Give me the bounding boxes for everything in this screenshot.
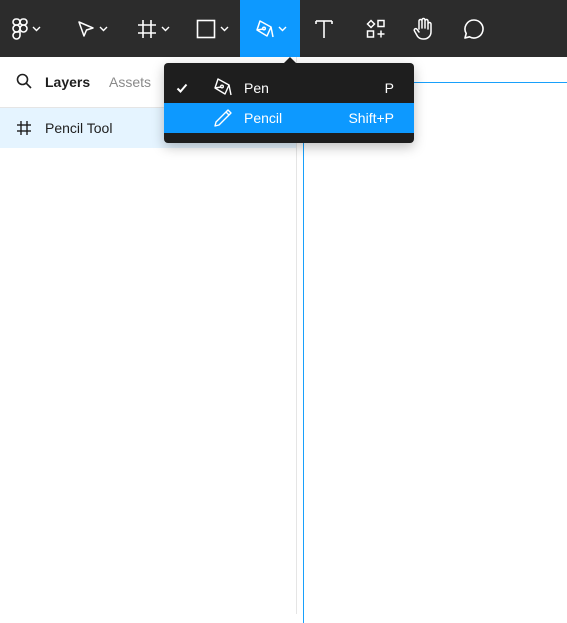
menu-item-shortcut: Shift+P <box>348 110 394 126</box>
menu-item-label: Pencil <box>244 110 283 126</box>
main-menu-button[interactable] <box>12 0 41 57</box>
frame-tool-button[interactable] <box>137 0 170 57</box>
chevron-down-icon[interactable] <box>32 26 41 32</box>
frame-hash-icon <box>137 19 157 39</box>
pencil-icon <box>212 107 234 132</box>
layer-name: Pencil Tool <box>45 120 113 136</box>
resources-button[interactable] <box>366 0 386 57</box>
menu-item-label: Pen <box>244 80 269 96</box>
chevron-down-icon[interactable] <box>220 26 229 32</box>
selected-frame[interactable] <box>303 82 567 623</box>
move-arrow-icon <box>77 20 95 38</box>
pen-nib-icon <box>254 19 274 39</box>
menu-item-pen[interactable]: Pen P <box>164 73 414 103</box>
chevron-down-icon[interactable] <box>161 26 170 32</box>
frame-hash-icon <box>16 120 32 141</box>
pen-tool-button[interactable] <box>240 0 300 57</box>
text-tool-button[interactable] <box>314 0 334 57</box>
pen-nib-icon <box>212 77 232 100</box>
shape-tool-button[interactable] <box>196 0 229 57</box>
text-tool-icon <box>314 19 334 39</box>
menu-item-shortcut: P <box>384 80 394 96</box>
tab-assets[interactable]: Assets <box>109 74 151 90</box>
chevron-down-icon[interactable] <box>99 26 108 32</box>
comment-icon <box>463 18 485 40</box>
menu-item-pencil[interactable]: Pencil Shift+P <box>164 103 414 133</box>
move-tool-button[interactable] <box>77 0 108 57</box>
toolbar <box>0 0 567 57</box>
chevron-down-icon[interactable] <box>278 26 287 32</box>
pen-tool-menu: Pen P Pencil Shift+P <box>164 63 414 143</box>
figma-logo-icon <box>12 17 28 40</box>
resources-icon <box>366 18 386 39</box>
tab-layers[interactable]: Layers <box>45 74 90 90</box>
hand-tool-button[interactable] <box>413 0 435 57</box>
search-icon[interactable] <box>16 73 32 94</box>
comment-tool-button[interactable] <box>463 0 485 57</box>
hand-tool-icon <box>413 17 435 41</box>
checkmark-icon <box>176 81 188 97</box>
rectangle-icon <box>196 19 216 39</box>
